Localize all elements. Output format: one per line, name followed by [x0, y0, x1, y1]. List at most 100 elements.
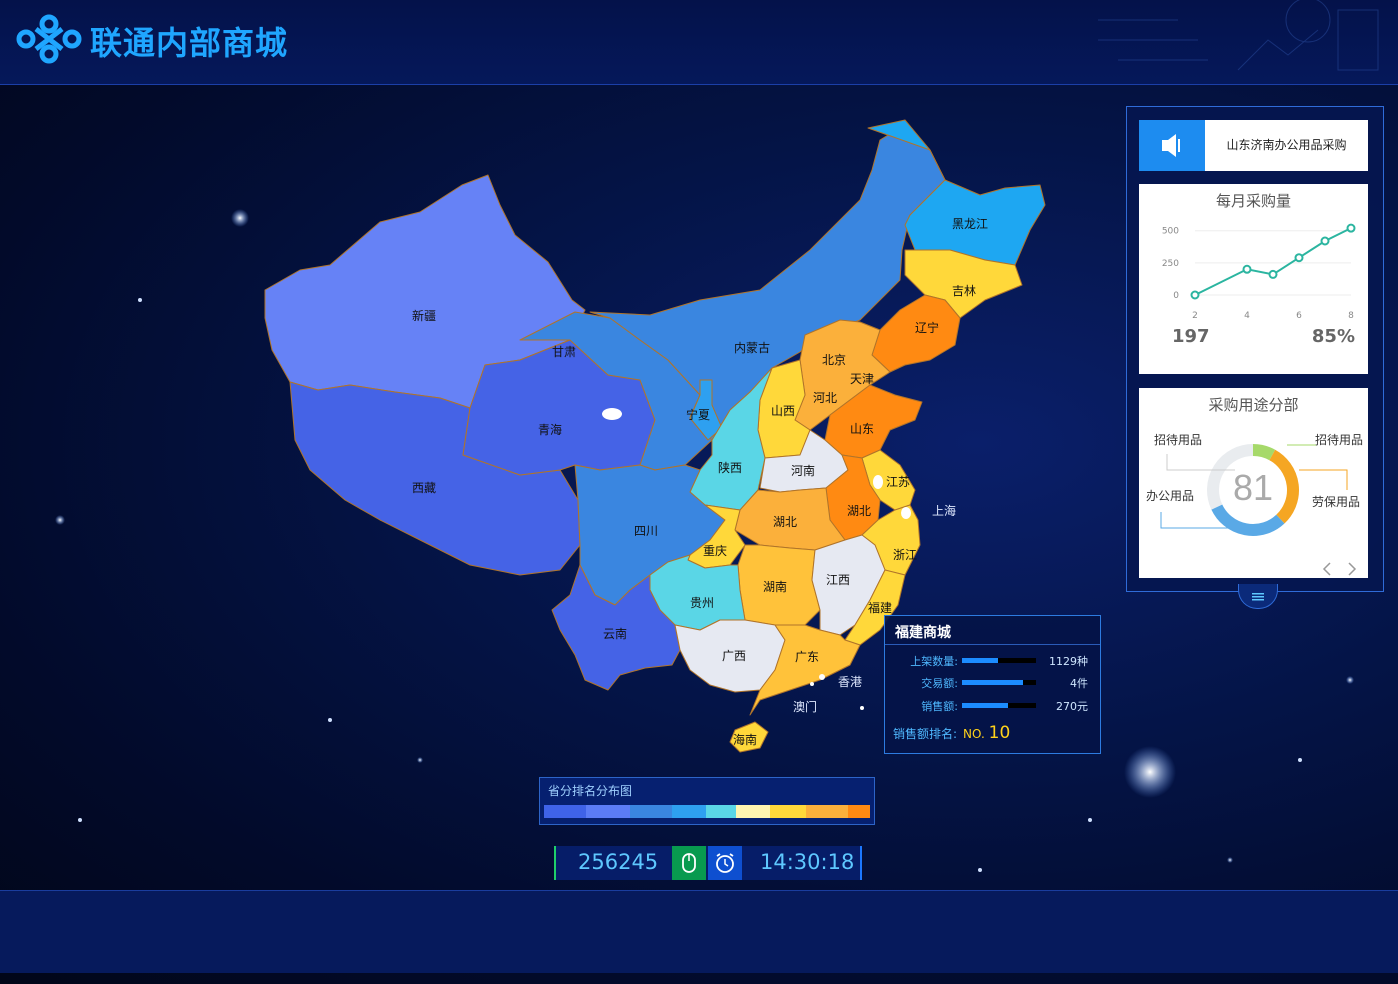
label-guangxi: 广西: [722, 649, 746, 663]
donut-slice[interactable]: [1211, 504, 1285, 536]
lake-dot: [901, 507, 911, 519]
tooltip-rank: 销售额排名: NO. 10: [893, 723, 1010, 743]
tooltip-row-value: 4件: [1070, 677, 1088, 690]
right-info-panel: 山东济南办公用品采购 每月采购量 0 250 500 2 4 6 8 197 85% 采购用…: [1126, 106, 1384, 592]
label-shanxi: 山西: [771, 404, 795, 418]
tooltip-row-label: 交易额:: [921, 677, 958, 690]
tooltip-row-bar-fill: [962, 703, 1008, 708]
data-point: [1346, 223, 1356, 233]
china-unicom-logo-icon: [16, 14, 82, 64]
menu-icon: [1252, 593, 1264, 601]
tooltip-row-bar: [962, 703, 1036, 708]
usage-distribution-card: 采购用途分部 81 招待用品 招待用品 办公用品 劳保用品: [1139, 388, 1368, 578]
macau-dot: [810, 682, 814, 686]
label-guizhou: 贵州: [690, 596, 714, 610]
legend-swatch: [706, 805, 736, 818]
mouse-icon: [682, 853, 696, 873]
x-tick-label: 2: [1192, 311, 1198, 321]
label-xianggang: 香港: [838, 675, 862, 689]
notice-bar[interactable]: 山东济南办公用品采购: [1139, 120, 1368, 171]
label-shandong: 山东: [850, 422, 874, 436]
label-hainan: 海南: [733, 732, 757, 747]
legend-color-scale: [544, 805, 870, 818]
tooltip-row-label: 销售额:: [921, 700, 958, 713]
donut-label: 办公用品: [1146, 488, 1194, 503]
tooltip-row-bar-fill: [962, 658, 998, 663]
label-hebei: 河北: [813, 391, 837, 405]
taiwan-dot: [860, 706, 864, 710]
x-tick-label: 4: [1244, 311, 1250, 321]
label-zhejiang: 浙江: [893, 548, 917, 562]
tooltip-row-bar: [962, 680, 1036, 685]
label-guangdong: 广东: [795, 650, 819, 664]
hongkong-dot: [819, 674, 825, 680]
y-tick-label: 0: [1173, 291, 1179, 301]
label-shaanxi: 陕西: [718, 460, 742, 475]
legend-swatch: [672, 805, 706, 818]
data-point: [1320, 236, 1330, 246]
speaker-icon: [1162, 134, 1180, 157]
tooltip-row-label: 上架数量:: [910, 655, 958, 668]
data-point: [1268, 269, 1278, 279]
legend-swatch: [544, 805, 586, 818]
chevron-left-icon[interactable]: [1322, 562, 1331, 576]
province-tooltip: 福建商城 上架数量: 1129种 交易额: 4件 销售额: 270元 销售额排名…: [884, 615, 1101, 754]
y-tick-label: 500: [1162, 227, 1179, 237]
label-jiangsu: 江苏: [886, 475, 910, 489]
x-tick-label: 8: [1348, 311, 1354, 321]
tooltip-row: 上架数量: 1129种: [885, 653, 1100, 671]
label-jiangxi: 江西: [826, 573, 850, 587]
notice-text: 山东济南办公用品采购: [1226, 138, 1347, 152]
label-xinjiang: 新疆: [412, 308, 436, 323]
label-anhui: 湖北: [847, 503, 871, 518]
donut-label: 招待用品: [1315, 433, 1363, 447]
tooltip-row-bar-fill: [962, 680, 1023, 685]
monthly-line-chart: 0 250 500 2 4 6 8: [1162, 223, 1356, 321]
panel-toggle-button[interactable]: [1238, 584, 1278, 609]
label-aomen: 澳门: [793, 699, 817, 714]
label-tianjin: 天津: [850, 372, 874, 386]
stat-left: 197: [1172, 326, 1210, 347]
donut-center-value: 81: [1233, 467, 1273, 508]
legend-swatch: [848, 805, 870, 818]
tooltip-row: 销售额: 270元: [885, 698, 1100, 716]
data-point: [1294, 253, 1304, 263]
legend-swatch: [736, 805, 770, 818]
donut-label: 劳保用品: [1312, 495, 1360, 509]
monthly-purchase-card: 每月采购量 0 250 500 2 4 6 8 197 85%: [1139, 184, 1368, 374]
chevron-right-icon[interactable]: [1348, 562, 1357, 576]
monthly-chart-title: 每月采购量: [1215, 192, 1291, 210]
rank-value: 10: [988, 723, 1011, 743]
label-henan: 河南: [791, 463, 815, 478]
counter-bar: 256245 14:30:18: [554, 846, 862, 880]
label-gansu: 甘肃: [552, 345, 576, 359]
alarm-clock-icon: [716, 853, 734, 873]
header-bar: 联通内部商城: [0, 0, 1398, 85]
notice-icon-box: [1139, 120, 1205, 171]
leader-line: [1299, 469, 1348, 490]
stat-right: 85%: [1311, 326, 1355, 347]
donut-slice[interactable]: [1252, 444, 1276, 461]
tooltip-title: 福建商城: [895, 625, 951, 641]
alarm-clock-icon-box: [708, 846, 742, 880]
label-beijing: 北京: [822, 353, 846, 367]
x-tick-label: 6: [1296, 311, 1302, 321]
label-fujian: 福建: [868, 600, 892, 615]
header-sketch-decoration: [1098, 0, 1379, 71]
label-sichuan: 四川: [634, 524, 658, 538]
label-hubei: 湖北: [773, 514, 797, 529]
label-qinghai: 青海: [538, 422, 562, 437]
label-ningxia: 宁夏: [686, 407, 710, 422]
data-point: [1242, 264, 1252, 274]
donut-slice[interactable]: [1269, 449, 1299, 524]
legend-swatch: [586, 805, 630, 818]
label-hunan: 湖南: [763, 579, 787, 594]
legend-swatch: [806, 805, 848, 818]
tooltip-row-bar: [962, 658, 1036, 663]
footer-bar: [0, 890, 1398, 973]
tooltip-divider: [885, 644, 1100, 645]
data-point: [1190, 290, 1200, 300]
map-color-legend: 省分排名分布图: [539, 777, 875, 825]
visit-count: 256245: [578, 850, 659, 874]
label-neimenggu: 内蒙古: [734, 340, 770, 355]
